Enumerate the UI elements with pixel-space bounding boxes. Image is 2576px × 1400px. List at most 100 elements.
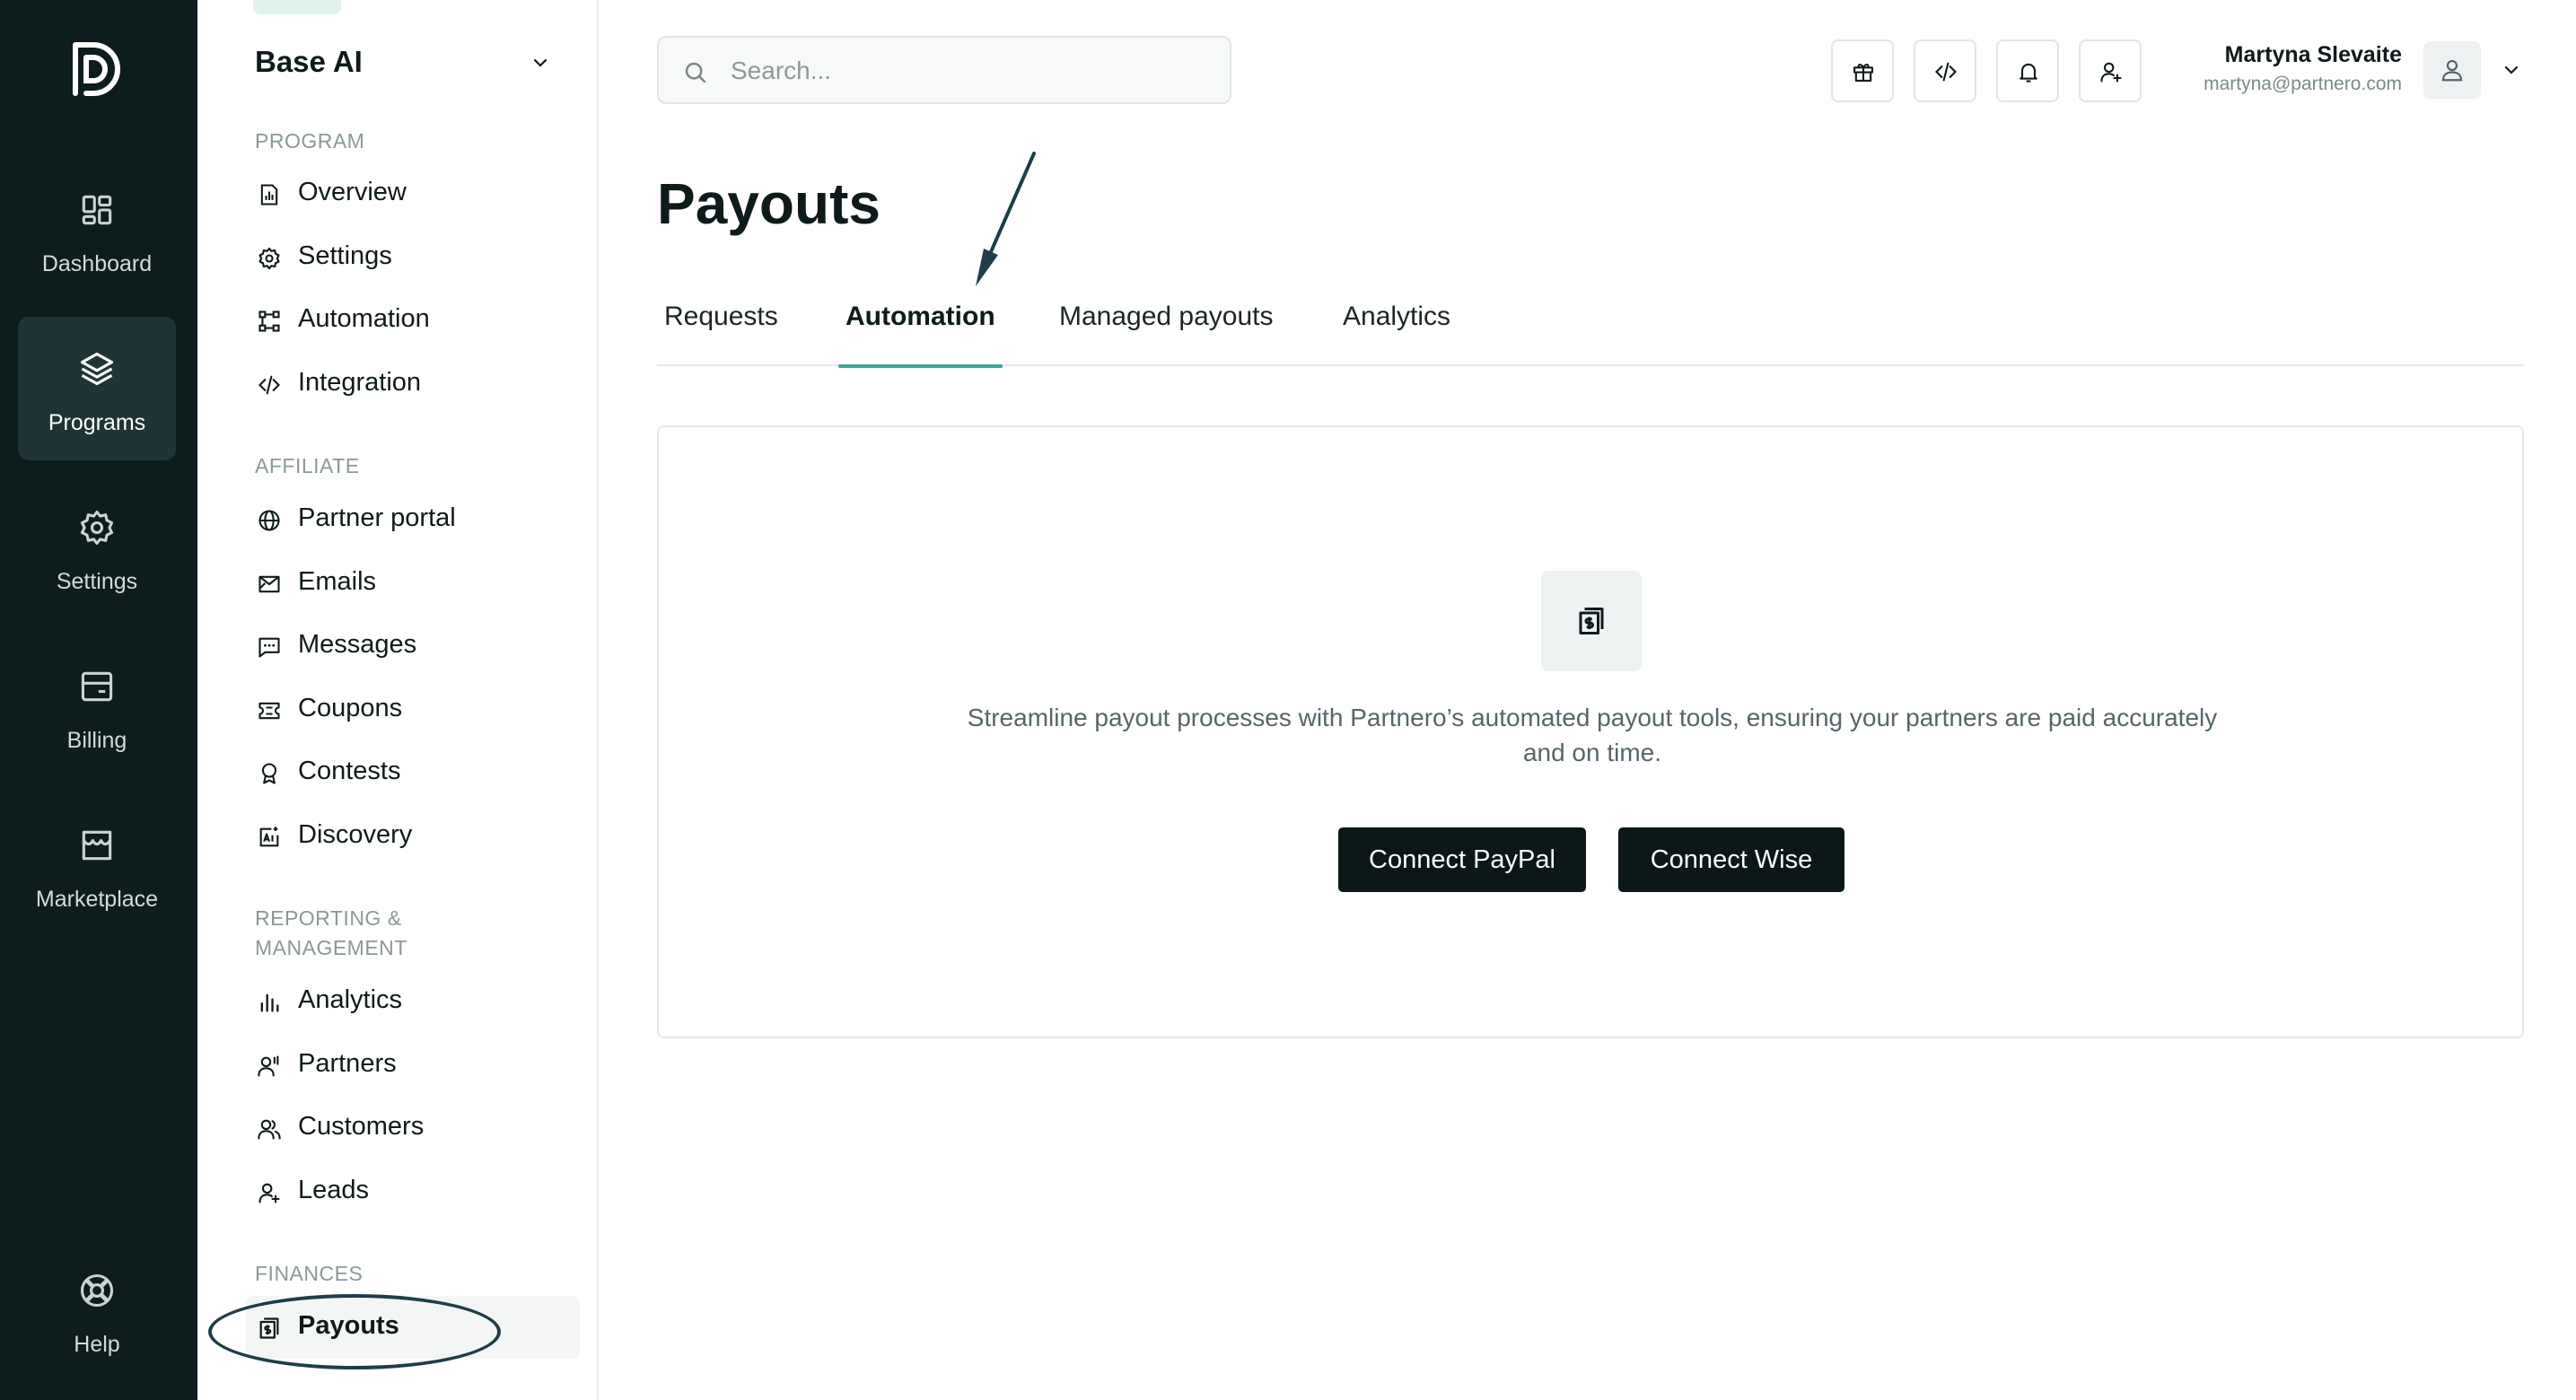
app-rail: Dashboard Programs Settings Billing Mark… xyxy=(0,0,197,1400)
search-box[interactable] xyxy=(657,36,1231,104)
workflow-icon xyxy=(258,311,280,332)
coupon-icon xyxy=(258,702,280,720)
dashboard-icon xyxy=(82,195,112,225)
sidebar-item-contests[interactable]: Contests xyxy=(246,741,580,804)
sidebar-item-coupons[interactable]: Coupons xyxy=(246,678,580,741)
page-title: Payouts xyxy=(657,171,881,236)
automation-empty-state: Streamline payout processes with Partner… xyxy=(657,425,2524,1038)
payouts-icon xyxy=(1579,608,1604,634)
sidebar-item-label: Coupons xyxy=(298,694,403,722)
sidebar-item-discovery[interactable]: Discovery xyxy=(246,805,580,868)
rail-item-billing[interactable]: Billing xyxy=(18,634,176,778)
tab-label: Analytics xyxy=(1343,302,1451,331)
sidebar-item-label: Partners xyxy=(298,1049,397,1078)
layers-icon xyxy=(80,352,114,386)
user-avatar[interactable] xyxy=(2423,41,2481,99)
developer-button[interactable] xyxy=(1914,39,1976,102)
section-heading-finances: FINANCES xyxy=(255,1262,364,1285)
code-icon xyxy=(258,375,280,395)
sidebar-item-label: Payouts xyxy=(298,1311,399,1340)
sidebar-item-label: Partner portal xyxy=(298,503,456,532)
sidebar-item-settings[interactable]: Settings xyxy=(246,226,580,289)
connect-wise-button[interactable]: Connect Wise xyxy=(1618,827,1844,892)
sidebar-item-label: Analytics xyxy=(298,985,403,1014)
rail-item-programs[interactable]: Programs xyxy=(18,317,176,460)
sidebar-item-integration[interactable]: Integration xyxy=(246,353,580,416)
rail-item-dashboard[interactable]: Dashboard xyxy=(18,158,176,302)
rail-label: Settings xyxy=(56,569,138,594)
sidebar-item-label: Discovery xyxy=(298,820,413,849)
tab-requests[interactable]: Requests xyxy=(657,284,785,366)
tab-label: Automation xyxy=(846,302,995,331)
billing-icon xyxy=(81,671,113,702)
connect-paypal-button[interactable]: Connect PayPal xyxy=(1338,827,1586,892)
globe-icon xyxy=(258,510,280,531)
empty-state-description: Streamline payout processes with Partner… xyxy=(967,704,2218,766)
store-icon xyxy=(82,830,112,861)
partner-icon xyxy=(258,1055,279,1077)
sidebar-item-overview[interactable]: Overview xyxy=(246,162,580,225)
sidebar-item-label: Overview xyxy=(298,178,407,206)
chevron-down-icon[interactable] xyxy=(2501,59,2522,81)
ai-image-icon xyxy=(259,827,279,847)
notifications-button[interactable] xyxy=(1996,39,2059,102)
user-icon xyxy=(2441,59,2463,82)
chat-icon xyxy=(258,637,280,658)
sidebar-item-label: Emails xyxy=(298,567,377,596)
sidebar-item-partners[interactable]: Partners xyxy=(246,1034,580,1097)
users-icon xyxy=(258,1119,281,1140)
payouts-tabs: Requests Automation Managed payouts Anal… xyxy=(657,284,2524,368)
program-sidebar: Base AI PROGRAM Overview Settings Automa… xyxy=(197,0,599,1400)
search-icon xyxy=(685,62,706,83)
sidebar-item-partner-portal[interactable]: Partner portal xyxy=(246,488,580,551)
tab-managed-payouts[interactable]: Managed payouts xyxy=(1052,284,1281,366)
sidebar-item-analytics[interactable]: Analytics xyxy=(246,970,580,1033)
rail-label: Billing xyxy=(66,728,127,753)
sidebar-item-customers[interactable]: Customers xyxy=(246,1097,580,1159)
rail-item-marketplace[interactable]: Marketplace xyxy=(18,793,176,937)
tab-automation[interactable]: Automation xyxy=(838,284,1003,368)
rail-label: Dashboard xyxy=(41,251,153,276)
sidebar-item-label: Settings xyxy=(298,241,392,270)
sidebar-item-label: Automation xyxy=(298,304,430,333)
sidebar-item-emails[interactable]: Emails xyxy=(246,552,580,615)
section-heading-program: PROGRAM xyxy=(255,129,365,153)
sidebar-item-label: Customers xyxy=(298,1112,425,1141)
sidebar-item-automation[interactable]: Automation xyxy=(246,289,580,352)
payouts-icon xyxy=(259,1317,279,1339)
search-input[interactable] xyxy=(731,54,1197,88)
award-icon xyxy=(261,763,277,784)
annotation-arrow xyxy=(976,152,1036,286)
tab-label: Requests xyxy=(664,302,778,331)
user-email: martyna@partnero.com xyxy=(2204,74,2402,94)
rail-item-settings[interactable]: Settings xyxy=(18,476,176,619)
rail-item-help[interactable]: Help xyxy=(18,1238,176,1382)
sidebar-item-label: Messages xyxy=(298,630,417,659)
sidebar-item-messages[interactable]: Messages xyxy=(246,615,580,678)
sidebar-item-label: Contests xyxy=(298,757,401,785)
report-icon xyxy=(260,184,278,206)
lifebuoy-icon xyxy=(80,1273,114,1308)
sidebar-item-leads[interactable]: Leads xyxy=(246,1160,580,1223)
sidebar-top-pill xyxy=(253,0,341,14)
bell-icon xyxy=(2020,63,2037,83)
gear-icon xyxy=(80,511,114,545)
partnero-logo[interactable] xyxy=(70,36,127,102)
user-add-icon xyxy=(258,1183,280,1203)
invite-user-button[interactable] xyxy=(2079,39,2142,102)
code-icon xyxy=(1935,62,1957,82)
add-user-icon xyxy=(2100,62,2122,83)
chevron-down-icon xyxy=(533,58,548,67)
rail-label: Marketplace xyxy=(35,887,159,912)
tab-label: Managed payouts xyxy=(1059,302,1274,331)
tab-analytics[interactable]: Analytics xyxy=(1336,284,1458,366)
sidebar-item-payouts[interactable]: Payouts xyxy=(246,1296,580,1359)
gear-icon xyxy=(258,247,280,270)
user-name: Martyna Slevaite xyxy=(2224,42,2402,67)
program-name: Base AI xyxy=(255,45,363,78)
mail-send-icon xyxy=(258,575,280,593)
section-heading-reporting: REPORTING & MANAGEMENT xyxy=(255,906,407,959)
gift-button[interactable] xyxy=(1831,39,1894,102)
program-selector[interactable]: Base AI xyxy=(255,41,560,84)
rail-label: Programs xyxy=(48,410,146,435)
